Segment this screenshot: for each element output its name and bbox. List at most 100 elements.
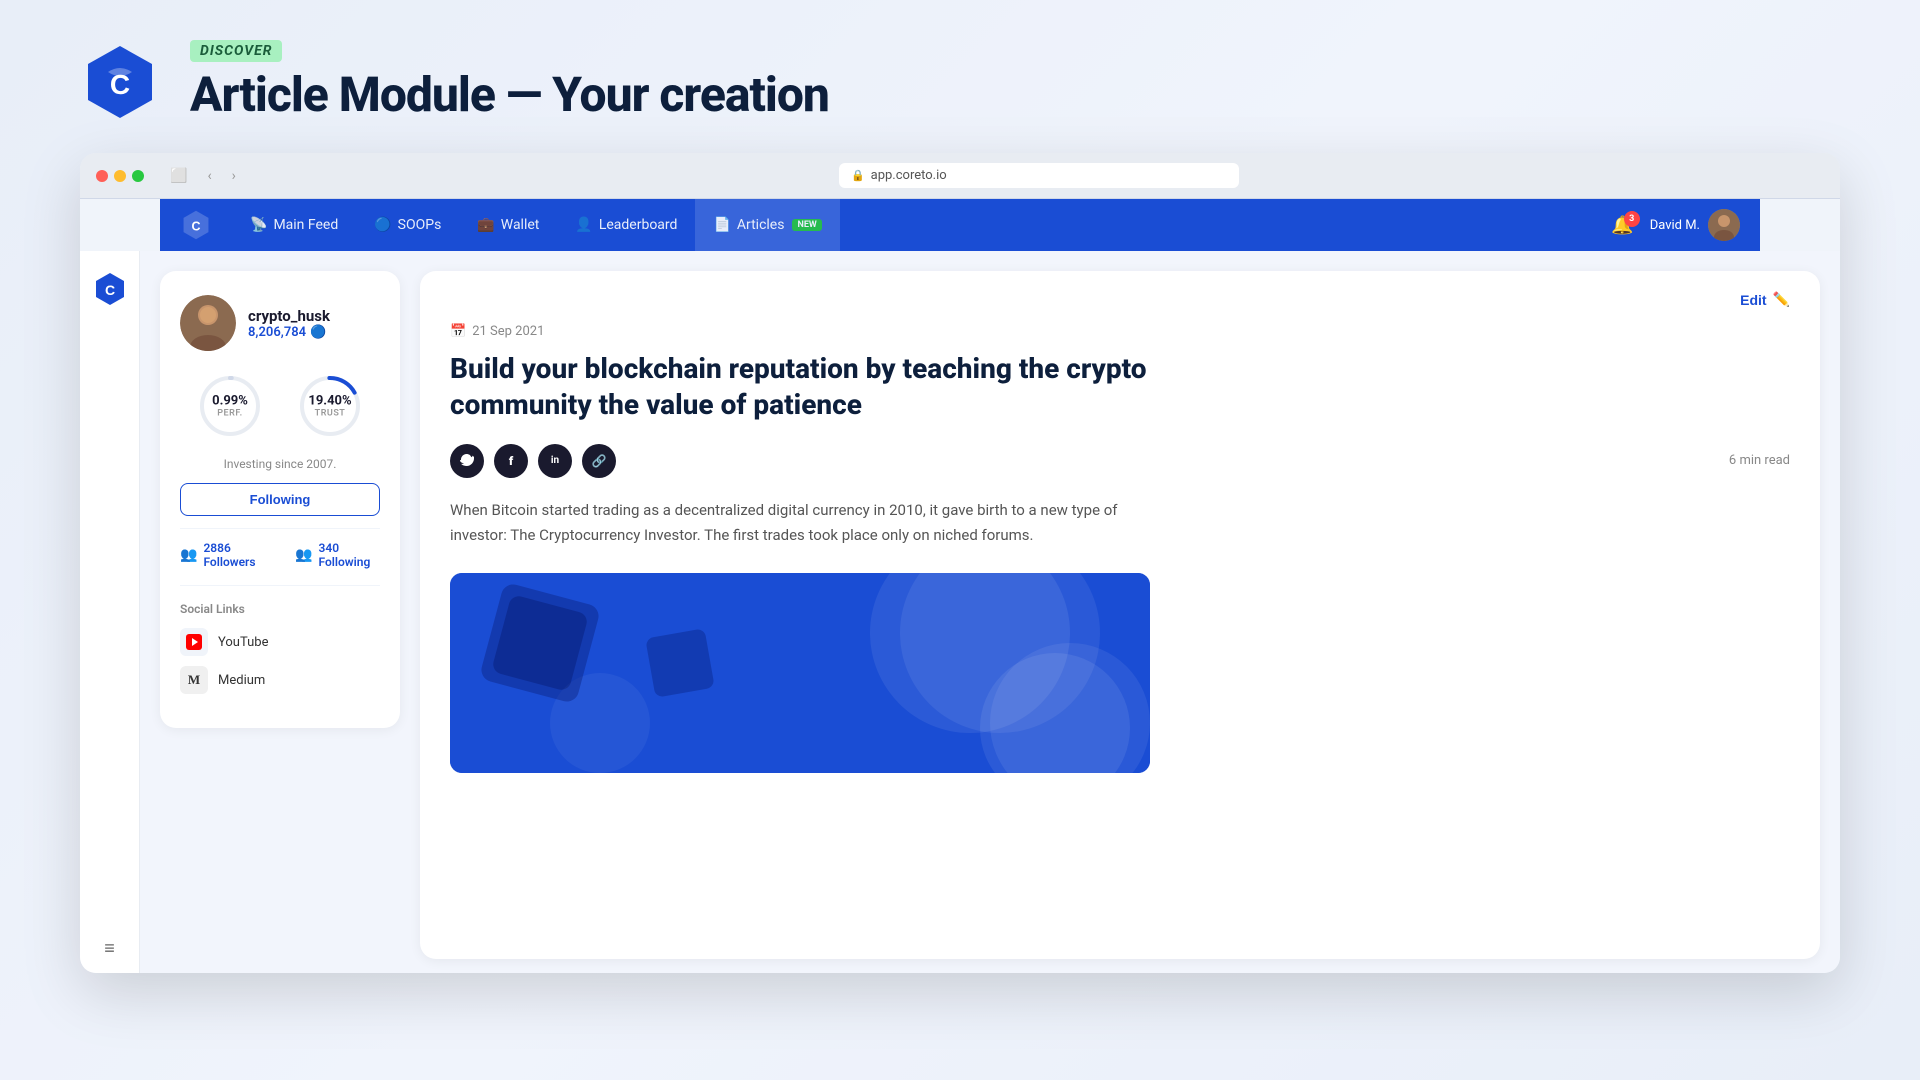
new-badge: NEW: [792, 219, 821, 231]
nav-item-main-feed[interactable]: 📡 Main Feed: [232, 199, 356, 251]
following-count[interactable]: 👥 340 Following: [295, 541, 380, 569]
followers-count[interactable]: 👥 2886 Followers: [180, 541, 271, 569]
profile-card: crypto_husk 8,206,784 🔵: [160, 271, 400, 728]
svg-text:C: C: [192, 219, 201, 233]
browser-nav: ⬜ ‹ ›: [164, 166, 242, 186]
perf-label: PERF.: [212, 409, 248, 419]
followers-row: 👥 2886 Followers 👥 340 Following: [180, 528, 380, 569]
edit-button[interactable]: Edit ✏️: [1740, 291, 1790, 308]
trust-circle: 19.40% TRUST: [295, 371, 365, 441]
lock-icon: 🔒: [851, 169, 865, 182]
svg-text:C: C: [104, 282, 114, 298]
nav-label-soops: SOOPs: [398, 217, 442, 233]
minimize-button[interactable]: [114, 170, 126, 182]
youtube-text: YouTube: [218, 635, 269, 650]
top-nav-inner: C 📡 Main Feed 🔵 SOOPs 💼 Wallet: [180, 199, 1740, 251]
main-feed-icon: 📡: [250, 217, 267, 233]
browser-body: C 📡 Main Feed 🔵 SOOPs 💼 Wallet: [80, 199, 1840, 973]
article-actions: f in 🔗 6 min read: [450, 444, 1790, 478]
nav-logo: C: [180, 209, 212, 241]
close-button[interactable]: [96, 170, 108, 182]
article-date: 📅 21 Sep 2021: [450, 324, 1790, 339]
nav-label-wallet: Wallet: [501, 217, 540, 233]
article-section: Edit ✏️ 📅 21 Sep 2021 Build your blockch…: [420, 271, 1820, 959]
nav-label-leaderboard: Leaderboard: [599, 217, 678, 233]
traffic-lights: [96, 170, 144, 182]
perf-circle: 0.99% PERF.: [195, 371, 265, 441]
url-text: app.coreto.io: [871, 168, 947, 183]
trust-label: TRUST: [308, 409, 351, 419]
nav-label-main-feed: Main Feed: [273, 217, 338, 233]
user-avatar: [1708, 209, 1740, 241]
following-text: 340 Following: [319, 541, 381, 569]
medium-icon: M: [180, 666, 208, 694]
facebook-share-button[interactable]: f: [494, 444, 528, 478]
social-links-section: Social Links YouTube: [180, 585, 380, 694]
profile-info: crypto_husk 8,206,784 🔵: [248, 307, 330, 340]
soops-icon: 🔵: [374, 217, 391, 233]
twitter-share-button[interactable]: [450, 444, 484, 478]
youtube-link[interactable]: YouTube: [180, 628, 380, 656]
browser-chrome: ⬜ ‹ › 🔒 app.coreto.io: [80, 153, 1840, 199]
copy-link-button[interactable]: 🔗: [582, 444, 616, 478]
nav-item-leaderboard[interactable]: 👤 Leaderboard: [557, 199, 695, 251]
user-name: David M.: [1650, 218, 1700, 233]
fullscreen-icon[interactable]: ⬜: [164, 166, 193, 186]
nav-item-wallet[interactable]: 💼 Wallet: [459, 199, 557, 251]
main-area: crypto_husk 8,206,784 🔵: [140, 251, 1840, 973]
notifications-button[interactable]: 🔔 3: [1611, 215, 1633, 236]
back-icon[interactable]: ‹: [201, 166, 217, 186]
following-icon: 👥: [295, 547, 312, 563]
articles-icon: 📄: [713, 217, 730, 233]
article-title: Build your blockchain reputation by teac…: [450, 351, 1150, 424]
user-profile-button[interactable]: David M.: [1650, 209, 1740, 241]
notification-count: 3: [1624, 211, 1640, 227]
nav-right: 🔔 3 David M.: [1611, 209, 1740, 241]
read-time: 6 min read: [1729, 453, 1790, 468]
article-header: Edit ✏️: [450, 291, 1790, 308]
metrics-row: 0.99% PERF.: [180, 371, 380, 441]
main-title: Article Module — Your creation: [190, 66, 829, 123]
nav-item-soops[interactable]: 🔵 SOOPs: [356, 199, 459, 251]
browser-window: ⬜ ‹ › 🔒 app.coreto.io C 📡 Main: [80, 153, 1840, 973]
maximize-button[interactable]: [132, 170, 144, 182]
score-icon: 🔵: [310, 325, 326, 340]
nav-items: 📡 Main Feed 🔵 SOOPs 💼 Wallet 👤 Leaderboa…: [232, 199, 1611, 251]
share-icons: f in 🔗: [450, 444, 616, 478]
profile-header: crypto_husk 8,206,784 🔵: [180, 295, 380, 351]
profile-score: 8,206,784 🔵: [248, 325, 330, 340]
profile-username: crypto_husk: [248, 307, 330, 325]
trust-metric: 19.40% TRUST: [295, 371, 365, 441]
leaderboard-icon: 👤: [575, 217, 592, 233]
article-image: [450, 573, 1150, 773]
address-bar[interactable]: 🔒 app.coreto.io: [839, 163, 1239, 188]
profile-section: crypto_husk 8,206,784 🔵: [140, 251, 420, 973]
trust-value: 19.40%: [308, 394, 351, 409]
discover-badge: DISCOVER: [190, 40, 282, 62]
perf-metric: 0.99% PERF.: [195, 371, 265, 441]
forward-icon[interactable]: ›: [226, 166, 242, 186]
following-button[interactable]: Following: [180, 483, 380, 516]
app-layout: C ≡: [80, 251, 1840, 973]
top-branding: C DISCOVER Article Module — Your creatio…: [0, 0, 1920, 153]
date-text: 21 Sep 2021: [472, 324, 544, 339]
edit-label: Edit: [1740, 292, 1766, 308]
article-body: When Bitcoin started trading as a decent…: [450, 498, 1150, 549]
calendar-icon: 📅: [450, 324, 466, 339]
profile-avatar: [180, 295, 236, 351]
nav-label-articles: Articles: [737, 217, 785, 233]
coreto-logo: C: [80, 42, 160, 122]
wallet-icon: 💼: [477, 217, 494, 233]
linkedin-share-button[interactable]: in: [538, 444, 572, 478]
sidebar-menu-icon[interactable]: ≡: [104, 938, 115, 959]
youtube-icon: [180, 628, 208, 656]
top-nav: C 📡 Main Feed 🔵 SOOPs 💼 Wallet: [160, 199, 1760, 251]
sidebar-logo: C: [92, 271, 128, 307]
nav-item-articles[interactable]: 📄 Articles NEW: [695, 199, 839, 251]
followers-text: 2886 Followers: [203, 541, 271, 569]
perf-text: 0.99% PERF.: [212, 394, 248, 419]
medium-link[interactable]: M Medium: [180, 666, 380, 694]
perf-value: 0.99%: [212, 394, 248, 409]
followers-icon: 👥: [180, 547, 197, 563]
sidebar: C ≡: [80, 251, 140, 973]
